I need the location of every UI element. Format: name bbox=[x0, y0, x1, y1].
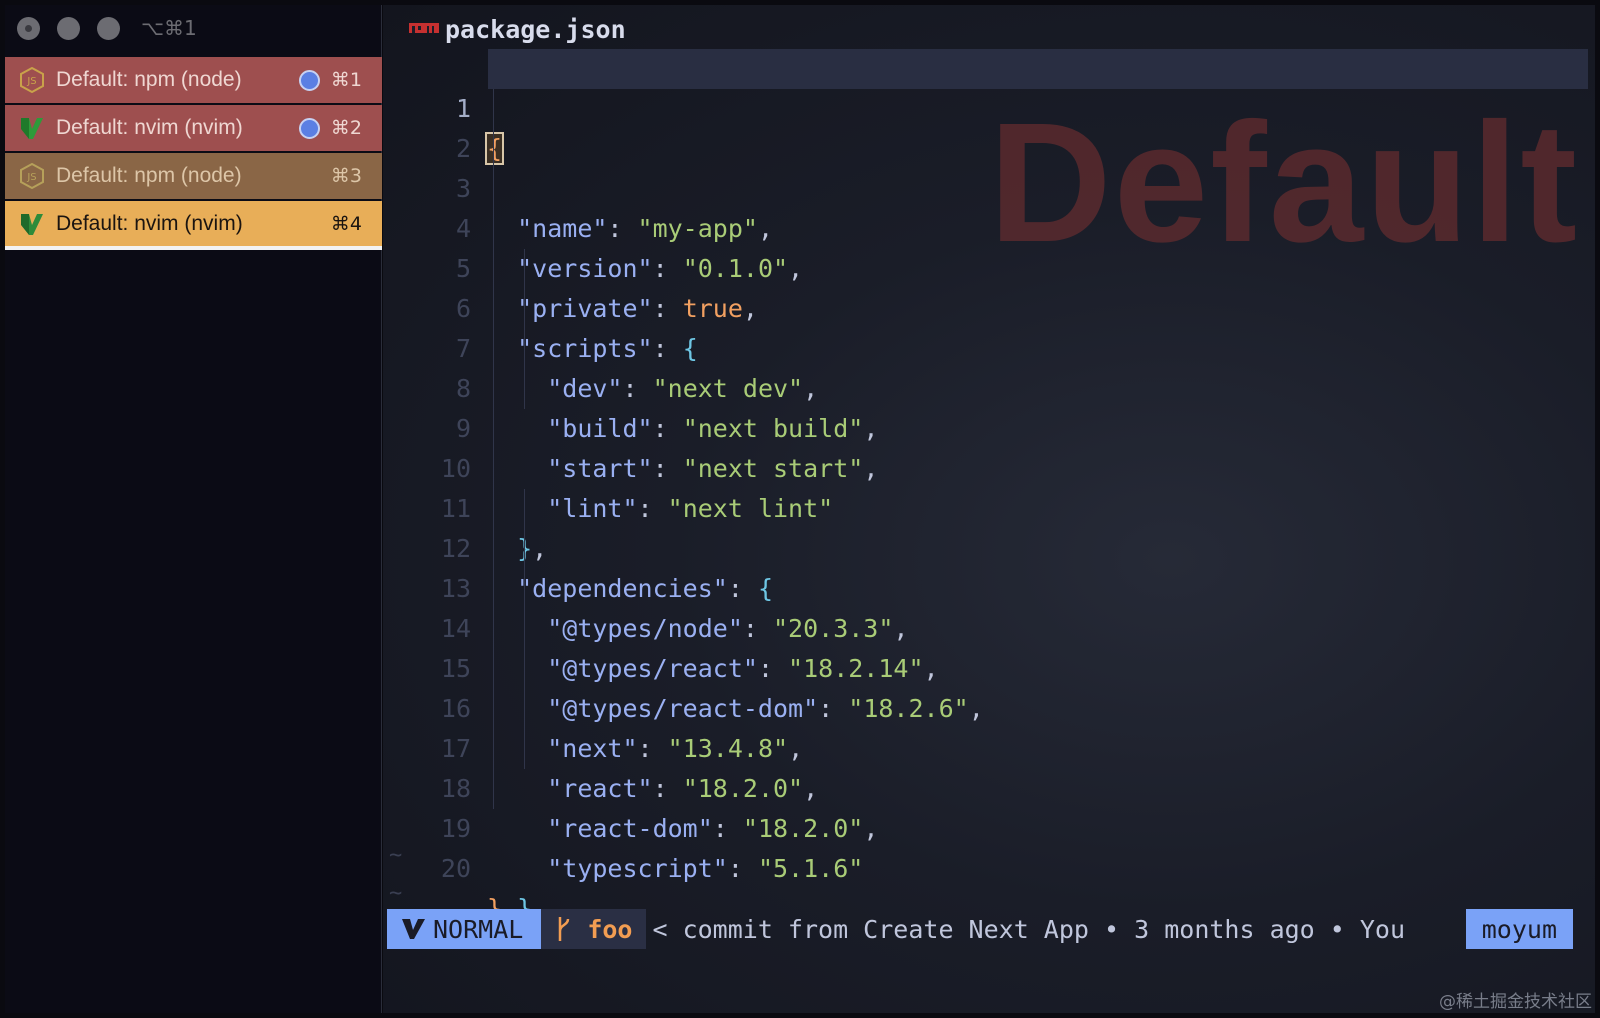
code-line: 5 "scripts": { bbox=[383, 209, 1595, 363]
code-line: 1 { bbox=[383, 49, 1595, 165]
branch-name: foo bbox=[587, 914, 633, 944]
tab-npm-node-2[interactable]: JS Default: npm (node) ⌘3 bbox=[5, 153, 382, 199]
active-tab-indicator bbox=[5, 246, 382, 250]
minimize-window-button[interactable] bbox=[57, 16, 80, 40]
tab-label: Default: npm (node) bbox=[56, 164, 242, 187]
code-line: 18 "typescript": "5.1.6" bbox=[383, 729, 1595, 883]
git-branch-icon bbox=[559, 917, 570, 941]
code-line: 10 }, bbox=[383, 409, 1595, 563]
code-line: 13 "@types/react": "18.2.14", bbox=[383, 529, 1595, 683]
git-blame: < commit from Create Next App • 3 months… bbox=[652, 914, 1406, 944]
user-segment: moyum bbox=[1465, 909, 1573, 949]
tab-shortcut: ⌘4 bbox=[330, 213, 362, 235]
mode-indicator: NORMAL bbox=[387, 909, 542, 949]
code-line: 12 "@types/node": "20.3.3", bbox=[383, 489, 1595, 643]
code-line: 17 "react-dom": "18.2.0", bbox=[383, 689, 1595, 843]
code-line: 6 "dev": "next dev", bbox=[383, 249, 1595, 403]
line-text: "typescript": "5.1.6" bbox=[547, 854, 864, 883]
mode-label: NORMAL bbox=[433, 914, 524, 944]
code-line: 15 "next": "13.4.8", bbox=[383, 609, 1595, 763]
site-watermark: @稀土掘金技术社区 bbox=[1439, 992, 1592, 1012]
code-line: 9 "lint": "next lint" bbox=[383, 369, 1595, 523]
statusline: NORMAL foo < commit from Create Next App… bbox=[387, 909, 1573, 949]
code-line: 4 "private": true, bbox=[383, 169, 1595, 323]
empty-line-marker: ~ bbox=[389, 881, 403, 906]
code-line: 7 "build": "next build", bbox=[383, 289, 1595, 443]
code-area[interactable]: 1 { 2 "name": "my-app", 3 "version": "0.… bbox=[383, 49, 1595, 923]
editor-pane[interactable]: Default package.json 1 { 2 "name": "my-a… bbox=[383, 5, 1595, 1013]
empty-line-marker: ~ bbox=[389, 843, 403, 868]
code-line: 11 "dependencies": { bbox=[383, 449, 1595, 603]
code-line: 20 } bbox=[383, 809, 1595, 923]
code-line: 16 "react": "18.2.0", bbox=[383, 649, 1595, 803]
vim-icon bbox=[402, 919, 425, 939]
tab-shortcut: ⌘1 bbox=[330, 69, 362, 91]
code-line: 14 "@types/react-dom": "18.2.6", bbox=[383, 569, 1595, 723]
nodejs-icon: JS bbox=[20, 163, 44, 189]
tab-shortcut: ⌘3 bbox=[330, 165, 362, 187]
tab-shortcut: ⌘2 bbox=[330, 117, 362, 139]
code-line: 8 "start": "next start", bbox=[383, 329, 1595, 483]
nodejs-icon: JS bbox=[20, 67, 44, 93]
tab-label: Default: npm (node) bbox=[56, 68, 242, 91]
window-title: ⌥⌘1 bbox=[141, 16, 197, 40]
file-name: package.json bbox=[445, 14, 626, 44]
code-line: 2 "name": "my-app", bbox=[383, 89, 1595, 243]
window-titlebar: ⌥⌘1 bbox=[5, 5, 381, 51]
zoom-window-button[interactable] bbox=[97, 16, 120, 40]
code-line: 3 "version": "0.1.0", bbox=[383, 129, 1595, 283]
svg-text:JS: JS bbox=[26, 172, 36, 183]
activity-dot bbox=[298, 69, 320, 91]
vim-icon bbox=[21, 118, 43, 139]
svg-text:JS: JS bbox=[26, 76, 36, 87]
file-tab[interactable]: package.json bbox=[409, 11, 626, 47]
tab-sidebar: ⌥⌘1 JS Default: npm (node) ⌘1 Default: n… bbox=[5, 5, 382, 1013]
tab-nvim-2-active[interactable]: Default: nvim (nvim) ⌘4 bbox=[5, 201, 382, 247]
close-window-button[interactable] bbox=[17, 16, 40, 40]
code-line: 19 } bbox=[383, 769, 1595, 923]
activity-dot bbox=[298, 117, 320, 139]
tab-nvim-1[interactable]: Default: nvim (nvim) ⌘2 bbox=[5, 105, 382, 151]
npm-icon bbox=[409, 23, 439, 33]
tab-npm-node-1[interactable]: JS Default: npm (node) ⌘1 bbox=[5, 57, 382, 103]
git-branch: foo bbox=[541, 909, 647, 949]
tab-label: Default: nvim (nvim) bbox=[56, 212, 243, 235]
tab-label: Default: nvim (nvim) bbox=[56, 116, 243, 139]
vim-icon bbox=[21, 214, 43, 235]
